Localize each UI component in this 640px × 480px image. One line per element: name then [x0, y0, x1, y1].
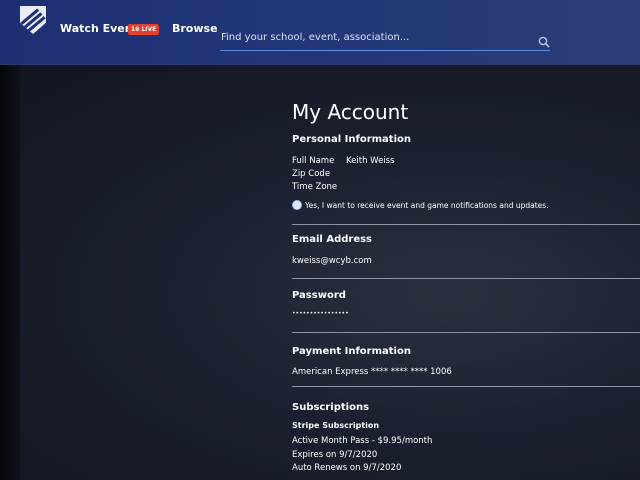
subscriptions-heading: Subscriptions — [292, 402, 370, 413]
logo-shield-icon[interactable] — [20, 6, 46, 34]
subscription-plan: Active Month Pass - $9.95/month — [292, 436, 433, 446]
search-input[interactable] — [220, 28, 521, 46]
payment-heading: Payment Information — [292, 346, 411, 357]
search-icon[interactable] — [538, 36, 550, 48]
divider — [292, 224, 640, 225]
divider — [292, 386, 640, 387]
zip-code-label: Zip Code — [292, 169, 331, 179]
full-name-value: Keith Weiss — [346, 156, 395, 166]
subscription-renews: Auto Renews on 9/7/2020 — [292, 463, 402, 473]
email-value: kweiss@wcyb.com — [292, 256, 372, 266]
screen-edge-shade — [0, 65, 20, 480]
live-count-badge: 16 LIVE — [128, 24, 160, 35]
subscription-expires: Expires on 9/7/2020 — [292, 450, 378, 460]
time-zone-label: Time Zone — [292, 182, 338, 192]
password-value: •••••••••••••••• — [292, 310, 349, 317]
password-heading: Password — [292, 290, 346, 301]
page-background — [0, 65, 640, 480]
notifications-radio[interactable] — [292, 200, 302, 210]
subscription-provider: Stripe Subscription — [292, 421, 380, 430]
top-navbar: Watch Events 16 LIVE Browse — [0, 0, 640, 65]
full-name-label: Full Name — [292, 156, 335, 166]
browse-link[interactable]: Browse — [172, 22, 218, 35]
page-title: My Account — [292, 100, 409, 124]
personal-info-heading: Personal Information — [292, 134, 411, 145]
divider — [292, 278, 640, 279]
notifications-label: Yes, I want to receive event and game no… — [305, 201, 549, 210]
search-bar — [220, 28, 550, 51]
email-heading: Email Address — [292, 234, 373, 245]
divider — [292, 332, 640, 333]
payment-value: American Express **** **** **** 1006 — [292, 367, 452, 377]
